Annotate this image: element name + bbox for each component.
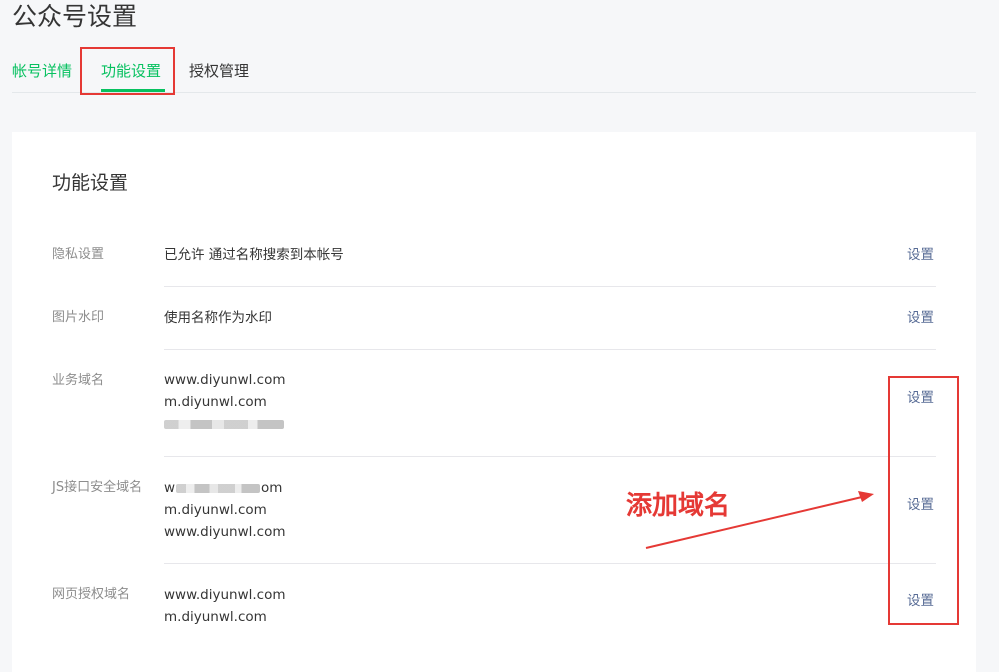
annotation-arrow-icon — [645, 491, 874, 549]
